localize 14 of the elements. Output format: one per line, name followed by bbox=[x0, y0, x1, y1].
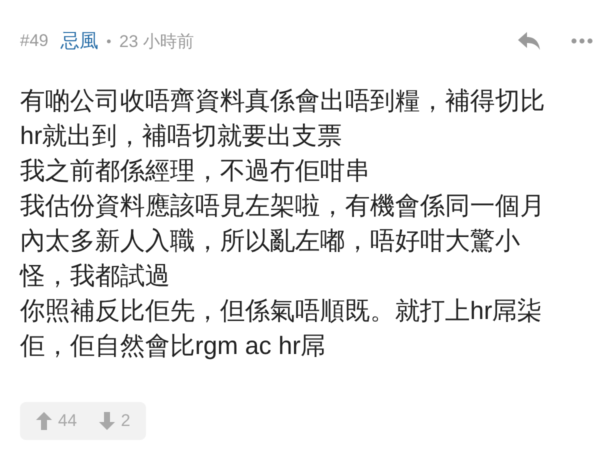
comment-paragraph: 我估份資料應該唔見左架啦，有機會係同一個月內太多新人入職，所以亂左嘟，唔好咁大驚小怪，我都試過 bbox=[20, 191, 546, 292]
up-arrow-icon bbox=[36, 412, 52, 430]
author-link[interactable]: 忌風 bbox=[60, 28, 98, 54]
downvote-button[interactable]: 2 bbox=[98, 411, 130, 431]
down-arrow-icon bbox=[98, 412, 115, 430]
more-button[interactable] bbox=[571, 38, 593, 44]
post-time: 23 小時前 bbox=[119, 30, 194, 52]
comment-paragraph: 你照補反比佢先，但係氣唔順既。就打上hr屌柒佢，佢自然會比rgm ac hr屌 bbox=[20, 296, 544, 362]
post-number: #49 bbox=[20, 31, 48, 51]
reply-button[interactable] bbox=[517, 31, 541, 51]
comment-paragraph: 我之前都係經理，不過冇佢咁串 bbox=[20, 156, 371, 187]
separator-dot: • bbox=[106, 33, 112, 49]
upvote-button[interactable]: 44 bbox=[36, 411, 77, 431]
comment-paragraph: 有啲公司收唔齊資料真係會出唔到糧，補得切比hr就出到，補唔切就要出支票 bbox=[20, 86, 546, 152]
